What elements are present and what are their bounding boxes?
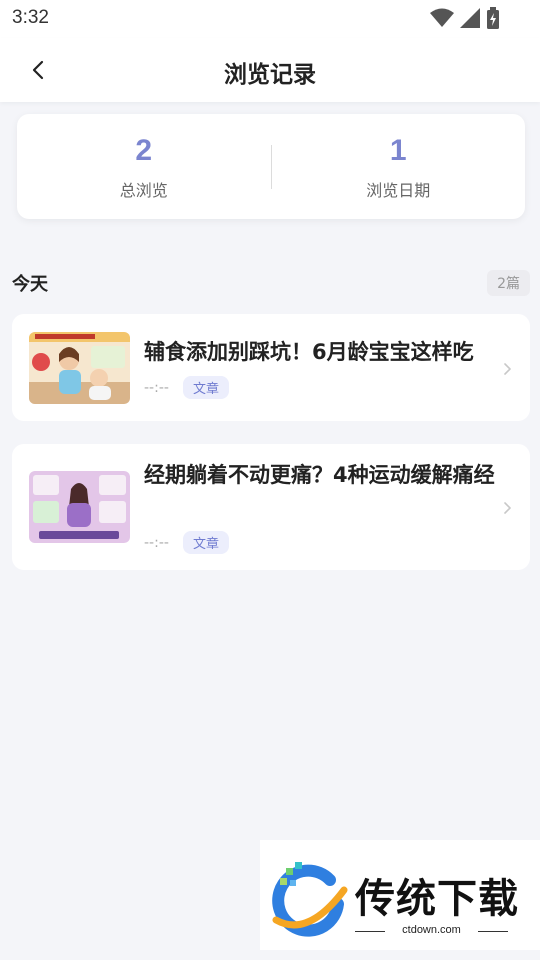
section-header-today: 今天 2篇	[12, 268, 530, 296]
stat-value: 2	[135, 133, 153, 167]
app-header: 浏览记录	[0, 38, 540, 102]
stat-total-views: 2 总浏览	[17, 133, 271, 201]
signal-icon	[460, 8, 480, 28]
chevron-right-icon	[504, 502, 511, 514]
page-title: 浏览记录	[224, 62, 316, 88]
article-type-tag: 文章	[182, 376, 229, 399]
status-icons	[430, 7, 500, 29]
list-item[interactable]: 辅食添加别踩坑！6月龄宝宝这样吃 --:-- 文章	[12, 314, 530, 421]
article-type-tag: 文章	[182, 531, 229, 554]
article-meta: --:-- 文章	[144, 376, 229, 399]
chevron-right-icon	[504, 363, 511, 375]
article-meta: --:-- 文章	[144, 531, 229, 554]
battery-icon	[487, 7, 499, 29]
section-title: 今天	[12, 274, 48, 295]
article-title: 辅食添加别踩坑！6月龄宝宝这样吃	[144, 340, 474, 364]
article-time: --:--	[144, 379, 169, 396]
article-title: 经期躺着不动更痛？4种运动缓解痛经	[144, 463, 495, 487]
stat-label: 总浏览	[119, 180, 168, 200]
watermark-brand: 传统下载	[355, 876, 519, 922]
section-count-badge: 2篇	[487, 270, 530, 296]
article-thumbnail	[29, 332, 130, 404]
stat-view-dates: 1 浏览日期	[272, 133, 526, 201]
stat-label: 浏览日期	[366, 180, 431, 200]
article-time: --:--	[144, 534, 169, 551]
stat-value: 1	[389, 133, 407, 167]
list-item[interactable]: 经期躺着不动更痛？4种运动缓解痛经 --:-- 文章	[12, 444, 530, 570]
watermark-url: ctdown.com	[355, 924, 508, 936]
article-thumbnail	[29, 471, 130, 543]
watermark: 传统下载 ctdown.com	[260, 840, 540, 950]
status-bar: 3:32	[0, 0, 540, 38]
ctdown-logo-icon	[272, 862, 348, 937]
stats-card: 2 总浏览 1 浏览日期	[17, 114, 525, 219]
status-time: 3:32	[12, 7, 49, 28]
wifi-icon	[430, 8, 454, 27]
